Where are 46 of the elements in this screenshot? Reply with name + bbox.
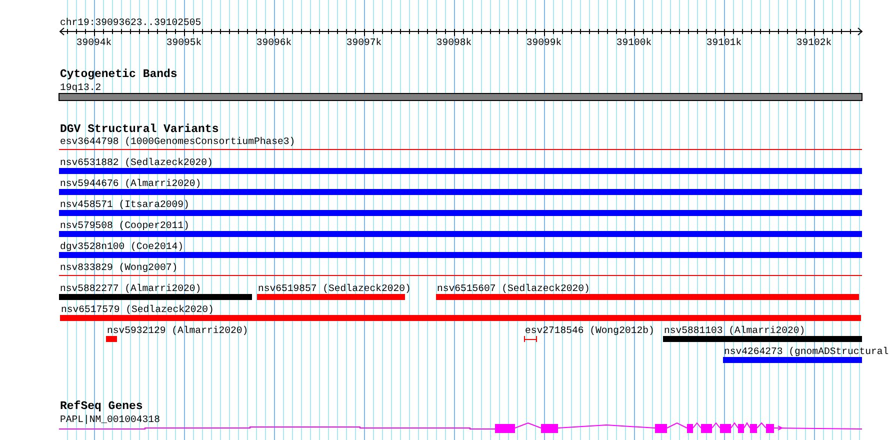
track-title: DGV Structural Variants <box>60 123 219 136</box>
variant-bar[interactable] <box>257 294 405 300</box>
variant-line[interactable] <box>59 149 862 150</box>
variant-bar[interactable] <box>59 168 862 174</box>
variant-bar[interactable] <box>436 294 859 300</box>
variant-label[interactable]: nsv5932129 (Almarri2020) <box>107 325 248 336</box>
gene-label[interactable]: PAPL|NM_001004318 <box>60 414 160 425</box>
variant-bar[interactable] <box>59 189 862 195</box>
tick-label: 39097k <box>346 37 382 48</box>
variant-label[interactable]: nsv5882277 (Almarri2020) <box>60 283 202 294</box>
variant-label[interactable]: esv3644798 (1000GenomesConsortiumPhase3) <box>60 136 296 147</box>
variant-label[interactable]: nsv833829 (Wong2007) <box>60 262 178 273</box>
variant-bar[interactable] <box>59 210 862 216</box>
variant-label[interactable]: esv2718546 (Wong2012b) <box>525 325 654 336</box>
variant-bar[interactable] <box>59 231 862 237</box>
variant-bar[interactable] <box>106 336 117 342</box>
region-label: chr19:39093623..39102505 <box>60 17 202 28</box>
variant-bar[interactable] <box>59 252 862 258</box>
tick-label: 39100k <box>616 37 652 48</box>
variant-line[interactable] <box>59 275 862 276</box>
variant-label[interactable]: nsv6531882 (Sedlazeck2020) <box>60 157 213 168</box>
tick-label: 39096k <box>256 37 292 48</box>
band-label: 19q13.2 <box>60 82 102 93</box>
tick-label: 39102k <box>796 37 832 48</box>
variant-label[interactable]: nsv5944676 (Almarri2020) <box>60 178 202 189</box>
variant-label[interactable]: nsv6517579 (Sedlazeck2020) <box>61 304 214 315</box>
tick-label: 39095k <box>166 37 202 48</box>
variant-bar[interactable] <box>663 336 862 342</box>
variant-label[interactable]: dgv3528n100 (Coe2014) <box>60 241 184 252</box>
variant-label[interactable]: nsv5881103 (Almarri2020) <box>664 325 806 336</box>
variant-label[interactable]: nsv6515607 (Sedlazeck2020) <box>437 283 590 294</box>
variant-bar[interactable] <box>60 315 861 321</box>
track-title: RefSeq Genes <box>60 400 143 413</box>
variant-bar[interactable] <box>59 294 252 300</box>
tick-label: 39094k <box>76 37 112 48</box>
tick-label: 39099k <box>526 37 562 48</box>
gene-model-drawing[interactable] <box>58 422 862 433</box>
tick-label: 39101k <box>706 37 742 48</box>
variant-bar[interactable] <box>723 357 862 363</box>
tick-label: 39098k <box>436 37 472 48</box>
variant-label[interactable]: nsv6519857 (Sedlazeck2020) <box>258 283 411 294</box>
variant-label[interactable]: nsv458571 (Itsara2009) <box>60 199 190 210</box>
variant-interval[interactable] <box>524 336 538 342</box>
track-title: Cytogenetic Bands <box>60 68 178 81</box>
variant-label[interactable]: nsv579508 (Cooper2011) <box>60 220 190 231</box>
variant-label[interactable]: nsv4264273 (gnomADStructural <box>724 346 889 357</box>
